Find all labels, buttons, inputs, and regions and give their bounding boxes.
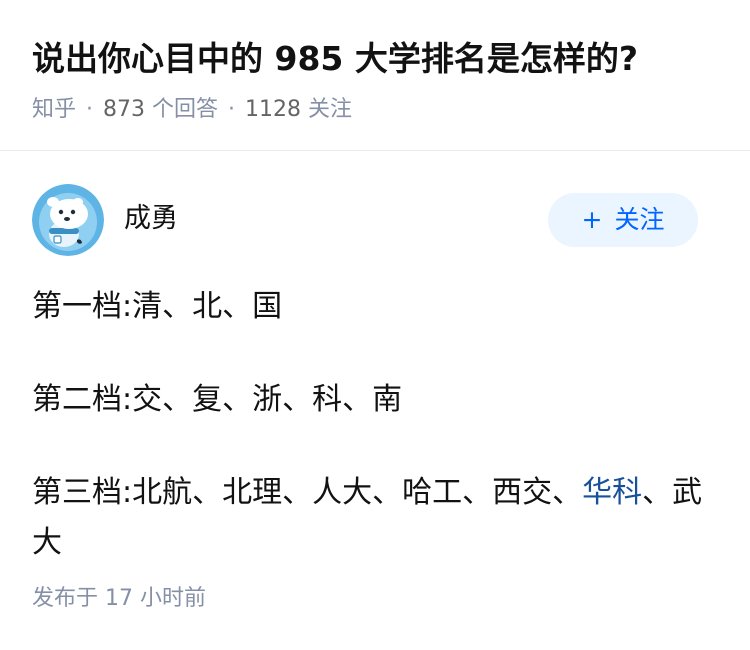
answer-paragraph: 第一档:清、北、国 xyxy=(32,289,283,324)
plus-icon: + xyxy=(581,205,603,234)
separator-dot: · xyxy=(228,97,236,122)
publish-label: 发布于 xyxy=(32,586,99,611)
keyword-link-huake[interactable]: 华科 xyxy=(582,475,642,510)
answer-body: 第一档:清、北、国 第二档:交、复、浙、科、南 第三档:北航、北理、人大、哈工、… xyxy=(32,282,712,611)
source-label[interactable]: 知乎 xyxy=(32,97,76,122)
answers-count: 873 xyxy=(103,97,146,122)
answer-paragraph: 第三档:北航、北理、人大、哈工、西交、华科、武大 xyxy=(32,468,712,568)
answer-text: 第三档:北航、北理、人大、哈工、西交、 xyxy=(32,475,583,510)
question-header: 说出你心目中的 985 大学排名是怎样的? 知乎 · 873 个回答 · 1128 关注 xyxy=(0,0,750,151)
answers-label: 个回答 xyxy=(152,97,219,122)
answer-paragraph: 第二档:交、复、浙、科、南 xyxy=(32,382,403,417)
follow-label: 关注 xyxy=(614,205,665,234)
follow-button[interactable]: + 关注 xyxy=(548,193,698,247)
avatar[interactable] xyxy=(32,184,104,256)
separator-dot: · xyxy=(86,97,94,122)
publish-time[interactable]: 发布于 17 小时前 xyxy=(32,584,206,614)
question-title[interactable]: 说出你心目中的 985 大学排名是怎样的? xyxy=(32,36,638,82)
followers-label: 关注 xyxy=(308,97,353,122)
question-meta: 知乎 · 873 个回答 · 1128 关注 xyxy=(32,95,352,125)
followers-count: 1128 xyxy=(245,97,302,122)
polar-bear-avatar-icon xyxy=(32,184,104,256)
author-name[interactable]: 成勇 xyxy=(124,200,178,238)
publish-time-value: 17 小时前 xyxy=(105,586,207,611)
